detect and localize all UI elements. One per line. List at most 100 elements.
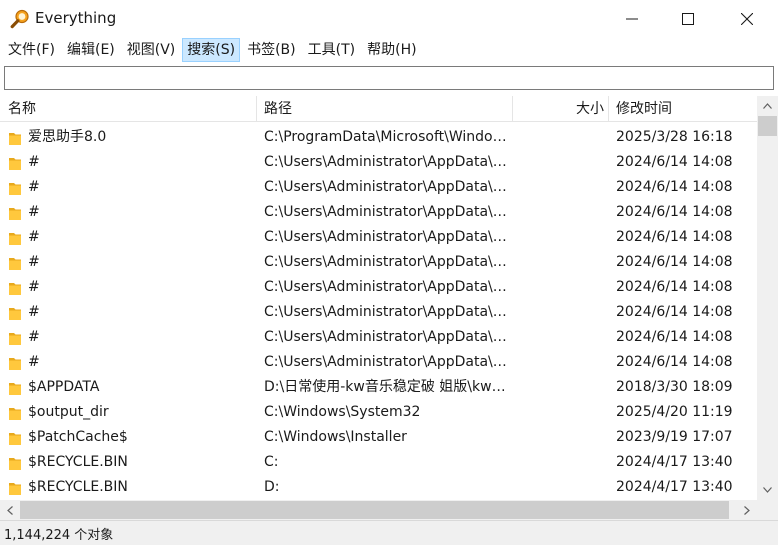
- table-row[interactable]: # C:\Users\Administrator\AppData\Local 202…: [0, 200, 757, 225]
- menu-item[interactable]: 编辑(E): [62, 38, 120, 62]
- modified-date-cell: 2024/6/14 14:08: [616, 254, 733, 270]
- file-name-cell: 爱思助手8.0: [28, 129, 107, 145]
- table-row[interactable]: $APPDATA D:\日常使用-kw音乐稳定破 姐版\kwmusic 2018/3…: [0, 375, 757, 400]
- table-row[interactable]: $RECYCLE.BIN D: 2024/4/17 13:40: [0, 475, 757, 500]
- scroll-left-button[interactable]: [0, 500, 20, 520]
- everything-logo-icon: [10, 9, 29, 29]
- modified-date-cell: 2018/3/30 18:09: [616, 379, 733, 395]
- menu-item[interactable]: 搜索(S): [182, 38, 241, 62]
- file-path-cell: C:\Users\Administrator\AppData\Local: [264, 254, 508, 270]
- file-path-cell: C:\Users\Administrator\AppData\Local: [264, 179, 508, 195]
- menu-item[interactable]: 视图(V): [122, 38, 181, 62]
- window-title: Everything: [35, 9, 117, 27]
- file-name-cell: $RECYCLE.BIN: [28, 479, 128, 495]
- file-name-cell: #: [28, 179, 40, 195]
- maximize-button[interactable]: [659, 0, 717, 38]
- file-path-cell: C:: [264, 454, 279, 470]
- column-header-path[interactable]: 路径: [264, 96, 292, 122]
- file-path-cell: C:\Users\Administrator\AppData\Local: [264, 279, 508, 295]
- folder-icon: [8, 380, 22, 395]
- modified-date-cell: 2024/6/14 14:08: [616, 229, 733, 245]
- result-rows: 爱思助手8.0 C:\ProgramData\Microsoft\Windows\…: [0, 125, 757, 500]
- file-name-cell: $APPDATA: [28, 379, 100, 395]
- minimize-button[interactable]: [603, 0, 661, 38]
- file-name-cell: #: [28, 354, 40, 370]
- menu-item[interactable]: 帮助(H): [362, 38, 421, 62]
- search-input[interactable]: [5, 67, 773, 89]
- chevron-right-icon: [744, 505, 750, 515]
- file-path-cell: C:\Users\Administrator\AppData\Local: [264, 354, 508, 370]
- scroll-down-button[interactable]: [757, 480, 778, 500]
- minimize-icon: [626, 18, 638, 20]
- folder-icon: [8, 205, 22, 220]
- close-icon: [741, 13, 753, 25]
- search-box[interactable]: [4, 66, 774, 90]
- modified-date-cell: 2024/6/14 14:08: [616, 179, 733, 195]
- column-divider[interactable]: [608, 96, 609, 122]
- modified-date-cell: 2024/6/14 14:08: [616, 154, 733, 170]
- table-row[interactable]: # C:\Users\Administrator\AppData\Local 202…: [0, 225, 757, 250]
- table-row[interactable]: # C:\Users\Administrator\AppData\Local 202…: [0, 350, 757, 375]
- folder-icon: [8, 330, 22, 345]
- horizontal-scroll-thumb[interactable]: [20, 501, 729, 519]
- file-path-cell: C:\Users\Administrator\AppData\Local: [264, 229, 508, 245]
- folder-icon: [8, 480, 22, 495]
- folder-icon: [8, 130, 22, 145]
- scrollbar-corner: [757, 500, 778, 520]
- file-name-cell: #: [28, 254, 40, 270]
- modified-date-cell: 2024/6/14 14:08: [616, 354, 733, 370]
- modified-date-cell: 2024/6/14 14:08: [616, 279, 733, 295]
- modified-date-cell: 2024/4/17 13:40: [616, 479, 733, 495]
- file-name-cell: #: [28, 154, 40, 170]
- vertical-scroll-thumb[interactable]: [758, 116, 777, 136]
- modified-date-cell: 2024/4/17 13:40: [616, 454, 733, 470]
- modified-date-cell: 2024/6/14 14:08: [616, 304, 733, 320]
- file-name-cell: $PatchCache$: [28, 429, 128, 445]
- table-row[interactable]: # C:\Users\Administrator\AppData\Local 202…: [0, 275, 757, 300]
- folder-icon: [8, 155, 22, 170]
- table-row[interactable]: $PatchCache$ C:\Windows\Installer 2023/9/1…: [0, 425, 757, 450]
- column-header-size[interactable]: 大小: [512, 96, 604, 122]
- file-path-cell: C:\ProgramData\Microsoft\Windows\Start M…: [264, 129, 508, 145]
- file-path-cell: D:: [264, 479, 280, 495]
- file-path-cell: C:\Windows\System32: [264, 404, 421, 420]
- title-bar: Everything: [0, 0, 778, 38]
- table-row[interactable]: $RECYCLE.BIN C: 2024/4/17 13:40: [0, 450, 757, 475]
- results-list[interactable]: 名称 路径 大小 修改时间 爱思助手8.0 C:\ProgramData\Micr…: [0, 96, 757, 500]
- table-row[interactable]: # C:\Users\Administrator\AppData\Local 202…: [0, 150, 757, 175]
- horizontal-scrollbar[interactable]: [0, 500, 757, 520]
- object-count: 1,144,224 个对象: [4, 528, 114, 543]
- status-bar: 1,144,224 个对象: [0, 520, 778, 545]
- modified-date-cell: 2024/6/14 14:08: [616, 329, 733, 345]
- folder-icon: [8, 180, 22, 195]
- table-row[interactable]: $output_dir C:\Windows\System32 2025/4/20 …: [0, 400, 757, 425]
- column-divider[interactable]: [256, 96, 257, 122]
- column-header-modified[interactable]: 修改时间: [616, 96, 672, 122]
- chevron-up-icon: [763, 103, 772, 109]
- modified-date-cell: 2025/3/28 16:18: [616, 129, 733, 145]
- folder-icon: [8, 355, 22, 370]
- scroll-up-button[interactable]: [757, 96, 778, 116]
- column-header-name[interactable]: 名称: [8, 96, 36, 122]
- file-path-cell: C:\Users\Administrator\AppData\Local: [264, 154, 508, 170]
- folder-icon: [8, 405, 22, 420]
- menu-item[interactable]: 文件(F): [3, 38, 60, 62]
- chevron-left-icon: [7, 505, 13, 515]
- file-path-cell: C:\Users\Administrator\AppData\Local: [264, 329, 508, 345]
- table-row[interactable]: # C:\Users\Administrator\AppData\Local 202…: [0, 250, 757, 275]
- folder-icon: [8, 230, 22, 245]
- file-name-cell: #: [28, 229, 40, 245]
- table-row[interactable]: 爱思助手8.0 C:\ProgramData\Microsoft\Windows\…: [0, 125, 757, 150]
- scroll-right-button[interactable]: [737, 500, 757, 520]
- table-row[interactable]: # C:\Users\Administrator\AppData\Local 202…: [0, 325, 757, 350]
- table-row[interactable]: # C:\Users\Administrator\AppData\Local 202…: [0, 300, 757, 325]
- vertical-scrollbar[interactable]: [757, 96, 778, 500]
- table-row[interactable]: # C:\Users\Administrator\AppData\Local 202…: [0, 175, 757, 200]
- menu-item[interactable]: 工具(T): [303, 38, 360, 62]
- folder-icon: [8, 305, 22, 320]
- menu-item[interactable]: 书签(B): [242, 38, 301, 62]
- folder-icon: [8, 430, 22, 445]
- modified-date-cell: 2025/4/20 11:19: [616, 404, 733, 420]
- maximize-icon: [682, 13, 694, 25]
- close-button[interactable]: [718, 0, 776, 38]
